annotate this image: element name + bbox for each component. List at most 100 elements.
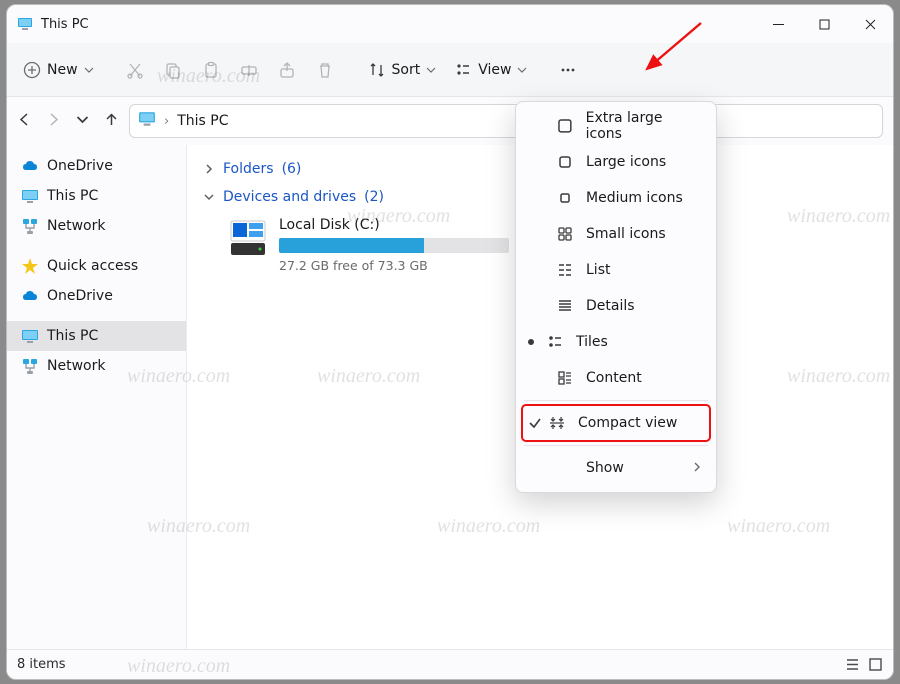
sidebar-item-network[interactable]: Network bbox=[7, 211, 186, 241]
recent-locations-button[interactable] bbox=[75, 112, 90, 131]
sidebar-item-network-2[interactable]: Network bbox=[7, 351, 186, 381]
sidebar-item-label: Network bbox=[47, 218, 105, 234]
sort-button-label: Sort bbox=[392, 62, 421, 78]
forward-button[interactable] bbox=[46, 112, 61, 131]
sort-button[interactable]: Sort bbox=[360, 52, 445, 88]
breadcrumb[interactable]: This PC bbox=[177, 113, 228, 129]
sidebar-item-onedrive[interactable]: OneDrive bbox=[7, 151, 186, 181]
sidebar-item-label: This PC bbox=[47, 328, 98, 344]
menu-item-label: Extra large icons bbox=[586, 110, 702, 142]
sidebar-item-quick-access[interactable]: Quick access bbox=[7, 251, 186, 281]
group-count: (2) bbox=[364, 189, 384, 205]
back-button[interactable] bbox=[17, 112, 32, 131]
chevron-right-icon bbox=[692, 460, 702, 476]
sidebar-item-this-pc[interactable]: This PC bbox=[7, 181, 186, 211]
compact-view-icon bbox=[548, 414, 566, 432]
list-lines-icon bbox=[556, 261, 574, 279]
sidebar-item-onedrive-2[interactable]: OneDrive bbox=[7, 281, 186, 311]
menu-item-compact-view[interactable]: Compact view bbox=[522, 405, 710, 441]
more-button[interactable] bbox=[551, 52, 587, 88]
content-icon bbox=[556, 369, 574, 387]
close-button[interactable] bbox=[847, 5, 893, 43]
menu-item-label: Show bbox=[586, 460, 624, 476]
menu-item-details[interactable]: Details bbox=[522, 288, 710, 324]
this-pc-icon bbox=[17, 16, 33, 32]
md-icons-icon bbox=[556, 189, 574, 207]
lg-icons-icon bbox=[556, 153, 574, 171]
monitor-icon bbox=[21, 327, 39, 345]
sm-icons-icon bbox=[556, 225, 574, 243]
xl-icons-icon bbox=[556, 117, 574, 135]
paste-button[interactable] bbox=[194, 52, 230, 88]
minimize-button[interactable] bbox=[755, 5, 801, 43]
rename-button[interactable] bbox=[232, 52, 268, 88]
menu-item-label: Small icons bbox=[586, 226, 666, 242]
menu-item-content[interactable]: Content bbox=[522, 360, 710, 396]
delete-button[interactable] bbox=[308, 52, 344, 88]
sidebar-item-label: This PC bbox=[47, 188, 98, 204]
monitor-icon bbox=[21, 187, 39, 205]
new-button-label: New bbox=[47, 62, 78, 78]
menu-separator bbox=[524, 445, 708, 446]
capacity-bar bbox=[279, 238, 509, 253]
sidebar-item-this-pc-selected[interactable]: This PC bbox=[7, 321, 186, 351]
maximize-button[interactable] bbox=[801, 5, 847, 43]
network-icon bbox=[21, 357, 39, 375]
menu-separator bbox=[524, 400, 708, 401]
star-icon bbox=[21, 257, 39, 275]
view-button-label: View bbox=[478, 62, 511, 78]
nav-arrows bbox=[17, 112, 119, 131]
group-count: (6) bbox=[282, 161, 302, 177]
menu-item-list[interactable]: List bbox=[522, 252, 710, 288]
share-button[interactable] bbox=[270, 52, 306, 88]
window-title: This PC bbox=[41, 17, 89, 32]
chevron-down-icon bbox=[203, 191, 215, 203]
menu-item-label: Medium icons bbox=[586, 190, 683, 206]
address-this-pc-icon bbox=[138, 110, 156, 132]
cloud-icon bbox=[21, 287, 39, 305]
copy-button[interactable] bbox=[156, 52, 192, 88]
details-lines-icon bbox=[556, 297, 574, 315]
radio-selected-icon bbox=[528, 339, 534, 345]
network-icon bbox=[21, 217, 39, 235]
explorer-window: This PC New Sort View bbox=[6, 4, 894, 680]
menu-item-small-icons[interactable]: Small icons bbox=[522, 216, 710, 252]
search-input[interactable] bbox=[693, 104, 883, 138]
menu-item-label: Large icons bbox=[586, 154, 666, 170]
check-icon bbox=[528, 416, 542, 430]
blank-icon bbox=[556, 459, 574, 477]
sidebar-item-label: Network bbox=[47, 358, 105, 374]
group-label: Folders bbox=[223, 161, 274, 177]
view-button[interactable]: View bbox=[446, 52, 535, 88]
chevron-right-icon bbox=[203, 163, 215, 175]
menu-item-large-icons[interactable]: Large icons bbox=[522, 144, 710, 180]
drive-freespace: 27.2 GB free of 73.3 GB bbox=[279, 258, 509, 273]
menu-item-show[interactable]: Show bbox=[522, 450, 710, 486]
group-label: Devices and drives bbox=[223, 189, 356, 205]
menu-item-label: List bbox=[586, 262, 610, 278]
sidebar-item-label: OneDrive bbox=[47, 288, 113, 304]
menu-item-label: Compact view bbox=[578, 415, 677, 431]
cloud-icon bbox=[21, 157, 39, 175]
menu-item-label: Tiles bbox=[576, 334, 608, 350]
tiles-icon bbox=[546, 333, 564, 351]
navigation-bar: › This PC bbox=[7, 97, 893, 145]
sidebar-item-label: Quick access bbox=[47, 258, 138, 274]
status-bar: 8 items bbox=[7, 649, 893, 679]
large-layout-button[interactable] bbox=[868, 657, 883, 672]
menu-item-tiles[interactable]: Tiles bbox=[522, 324, 710, 360]
sidebar-item-label: OneDrive bbox=[47, 158, 113, 174]
status-text: 8 items bbox=[17, 657, 66, 672]
command-bar: New Sort View bbox=[7, 43, 893, 97]
menu-item-extra-large-icons[interactable]: Extra large icons bbox=[522, 108, 710, 144]
new-button[interactable]: New bbox=[15, 52, 102, 88]
drive-icon bbox=[227, 217, 269, 259]
navigation-pane: OneDrive This PC Network Quick access On… bbox=[7, 145, 187, 649]
menu-item-medium-icons[interactable]: Medium icons bbox=[522, 180, 710, 216]
up-button[interactable] bbox=[104, 112, 119, 131]
cut-button[interactable] bbox=[118, 52, 154, 88]
breadcrumb-separator-icon: › bbox=[164, 114, 169, 129]
view-menu: Extra large icons Large icons Medium ico… bbox=[515, 101, 717, 493]
details-layout-button[interactable] bbox=[845, 657, 860, 672]
titlebar: This PC bbox=[7, 5, 893, 43]
